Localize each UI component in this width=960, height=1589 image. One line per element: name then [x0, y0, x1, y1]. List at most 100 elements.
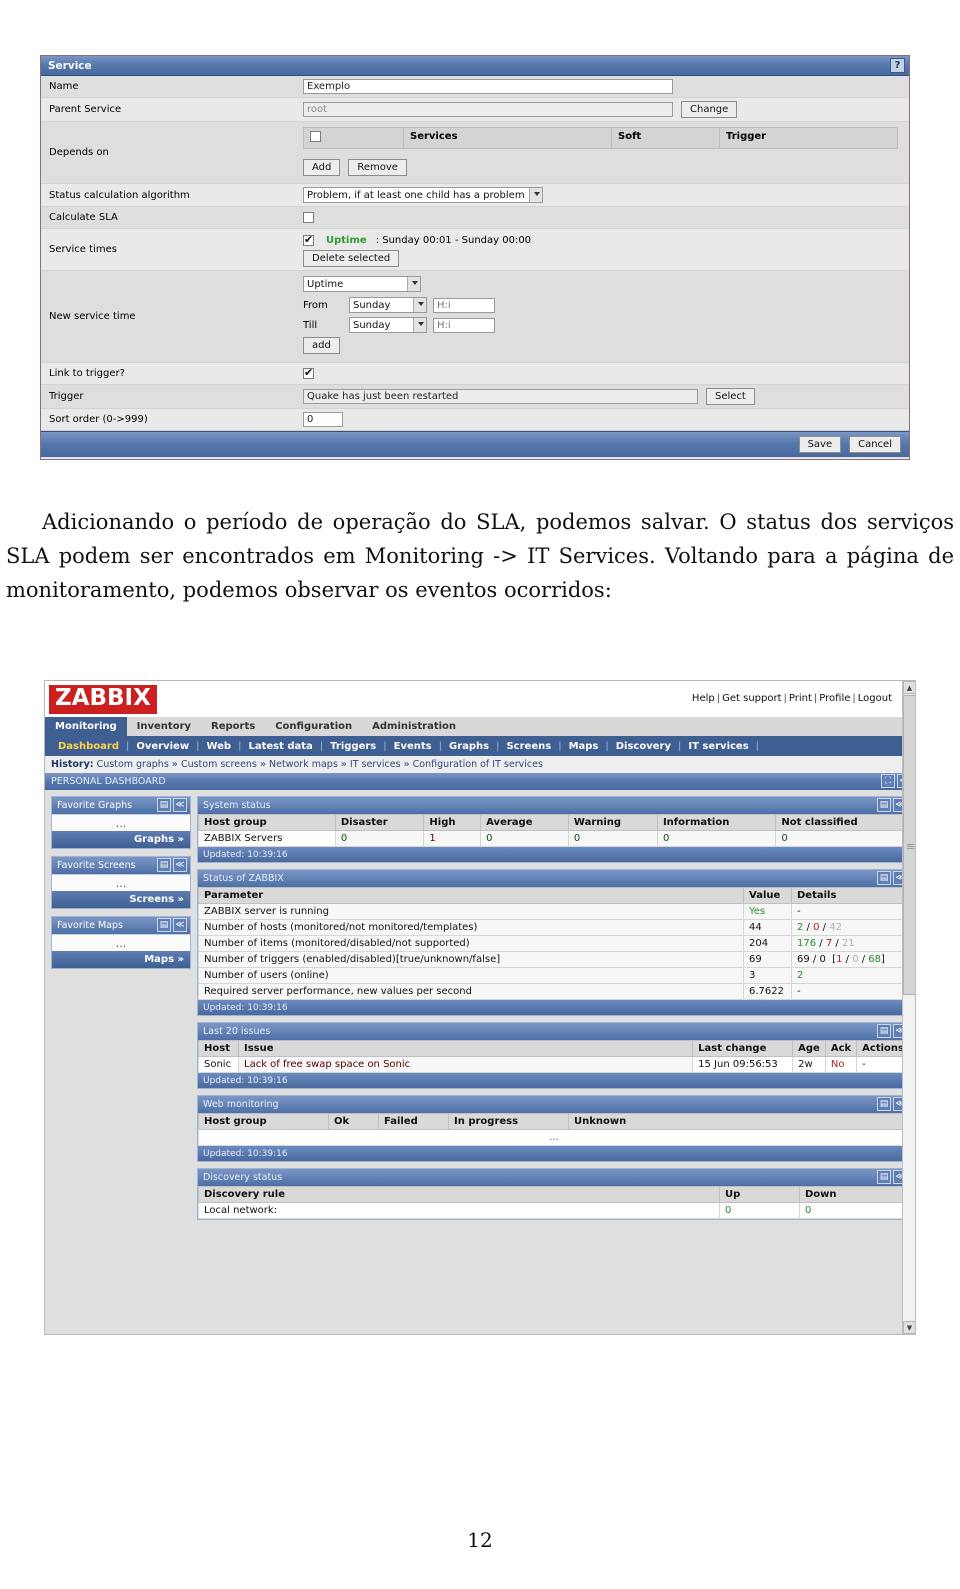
cell-issue[interactable]: Lack of free swap space on Sonic	[237, 1056, 694, 1073]
new-service-time-label: New service time	[49, 311, 136, 322]
link-print[interactable]: Print	[788, 693, 813, 704]
menu-icon[interactable]: ▤	[877, 1024, 891, 1038]
add-service-time-button[interactable]: add	[303, 337, 340, 354]
row-depends-on: Depends on Services Soft Trigger Add Rem…	[41, 122, 909, 184]
delete-selected-button[interactable]: Delete selected	[303, 250, 400, 267]
zabbix-logo: ZABBIX	[49, 685, 157, 714]
menu-item-reports[interactable]: Reports	[201, 717, 265, 736]
parent-service-input[interactable]	[303, 102, 673, 117]
submenu-screens[interactable]: Screens	[499, 741, 558, 752]
submenu-latest-data[interactable]: Latest data	[241, 741, 319, 752]
collapse-icon[interactable]: ≪	[173, 858, 187, 872]
till-day-select[interactable]: Sunday	[349, 317, 427, 333]
link-help[interactable]: Help	[691, 693, 716, 704]
table-header-row: Host group Ok Failed In progress Unknown	[198, 1113, 910, 1130]
cell-parameter: Number of items (monitored/disabled/not …	[198, 935, 744, 952]
cancel-button[interactable]: Cancel	[849, 436, 901, 453]
menu-icon[interactable]: ▤	[877, 1170, 891, 1184]
cell-host[interactable]: Sonic	[198, 1056, 239, 1073]
favorite-maps-body: ...	[52, 934, 190, 951]
remove-dependency-button[interactable]: Remove	[348, 159, 407, 176]
from-time-input[interactable]	[433, 297, 495, 313]
till-time-input[interactable]	[433, 317, 495, 333]
history-item-custom-screens[interactable]: Custom screens	[181, 759, 257, 770]
menu-icon[interactable]: ▤	[157, 798, 171, 812]
menu-item-configuration[interactable]: Configuration	[265, 717, 362, 736]
submenu-triggers[interactable]: Triggers	[323, 741, 383, 752]
from-day-select[interactable]: Sunday	[349, 297, 427, 313]
link-logout[interactable]: Logout	[857, 693, 893, 704]
select-trigger-button[interactable]: Select	[706, 388, 755, 405]
menu-icon[interactable]: ▤	[877, 1097, 891, 1111]
calculate-sla-checkbox[interactable]	[303, 212, 314, 223]
web-monitoring-widget: Web monitoring ▤ ≪ Host group Ok Failed …	[197, 1095, 911, 1162]
table-row: Required server performance, new values …	[198, 983, 910, 1000]
favorite-screens-footer-link[interactable]: Screens »	[52, 891, 190, 908]
favorite-graphs-body: ...	[52, 814, 190, 831]
history-item-it-services[interactable]: IT services	[350, 759, 401, 770]
last-issues-table: Host Issue Last change Age Ack Actions S…	[198, 1040, 910, 1073]
col-issue: Issue	[237, 1040, 694, 1057]
menu-item-monitoring[interactable]: Monitoring	[45, 717, 127, 736]
menu-icon[interactable]: ▤	[877, 871, 891, 885]
change-button[interactable]: Change	[681, 101, 738, 118]
cell-parameter: Number of hosts (monitored/not monitored…	[198, 919, 744, 936]
name-input[interactable]	[303, 79, 673, 94]
page-title: PERSONAL DASHBOARD	[51, 776, 166, 787]
link-profile[interactable]: Profile	[818, 693, 851, 704]
add-dependency-button[interactable]: Add	[303, 159, 341, 176]
history-item-configuration-it-services[interactable]: Configuration of IT services	[413, 759, 543, 770]
cell-value: 69	[743, 951, 792, 968]
fullscreen-icon[interactable]: ⛶	[881, 774, 895, 788]
menu-icon[interactable]: ▤	[877, 798, 891, 812]
scrollbar-track[interactable]	[903, 695, 915, 1320]
favorite-graphs-footer-link[interactable]: Graphs »	[52, 831, 190, 848]
favorite-maps-title: Favorite Maps	[57, 920, 123, 931]
service-time-entry-checkbox[interactable]	[303, 233, 314, 246]
chevron-right-icon: »	[259, 759, 267, 770]
submenu-maps[interactable]: Maps	[562, 741, 606, 752]
save-button[interactable]: Save	[798, 436, 842, 453]
history-item-custom-graphs[interactable]: Custom graphs	[97, 759, 169, 770]
cell-ack[interactable]: No	[824, 1056, 858, 1073]
scrollbar-thumb[interactable]	[903, 695, 915, 995]
service-time-entry: Uptime : Sunday 00:01 - Sunday 00:00	[303, 233, 531, 246]
menu-icon[interactable]: ▤	[157, 858, 171, 872]
menu-item-administration[interactable]: Administration	[362, 717, 466, 736]
system-status-updated: Updated: 10:39:16	[198, 847, 910, 862]
sort-order-input[interactable]	[303, 412, 343, 427]
table-row: Local network: 0 0	[198, 1202, 910, 1219]
collapse-icon[interactable]: ≪	[173, 798, 187, 812]
scroll-up-arrow-icon[interactable]: ▲	[903, 681, 915, 694]
collapse-icon[interactable]: ≪	[173, 918, 187, 932]
history-item-network-maps[interactable]: Network maps	[269, 759, 338, 770]
scroll-down-arrow-icon[interactable]: ▼	[903, 1321, 915, 1334]
col-not-classified: Not classified	[775, 814, 910, 831]
row-status-algorithm: Status calculation algorithm Problem, if…	[41, 184, 909, 207]
cell-value: 44	[743, 919, 792, 936]
submenu-it-services[interactable]: IT services	[681, 741, 755, 752]
submenu-web[interactable]: Web	[199, 741, 238, 752]
menu-icon[interactable]: ▤	[157, 918, 171, 932]
submenu-events[interactable]: Events	[387, 741, 439, 752]
trigger-input[interactable]	[303, 389, 698, 404]
status-algorithm-select[interactable]: Problem, if at least one child has a pro…	[303, 187, 543, 203]
help-icon[interactable]: ?	[890, 58, 905, 73]
new-service-time-type-select[interactable]: Uptime	[303, 276, 421, 292]
cell-host-group[interactable]: ZABBIX Servers	[198, 830, 336, 847]
status-algorithm-label: Status calculation algorithm	[49, 189, 190, 201]
submenu-discovery[interactable]: Discovery	[609, 741, 678, 752]
link-get-support[interactable]: Get support	[721, 693, 782, 704]
menu-item-inventory[interactable]: Inventory	[127, 717, 201, 736]
favorite-maps-footer-link[interactable]: Maps »	[52, 951, 190, 968]
select-all-checkbox[interactable]	[310, 131, 321, 142]
favorite-maps-header: Favorite Maps ▤ ≪	[52, 917, 190, 934]
cell-high: 1	[423, 830, 482, 847]
link-to-trigger-checkbox[interactable]	[303, 366, 314, 379]
cell-parameter: Required server performance, new values …	[198, 983, 744, 1000]
submenu-graphs[interactable]: Graphs	[442, 741, 496, 752]
submenu-dashboard[interactable]: Dashboard	[51, 741, 126, 752]
vertical-scrollbar[interactable]: ▲ ▼	[902, 681, 915, 1334]
submenu-overview[interactable]: Overview	[129, 741, 196, 752]
cell-discovery-rule[interactable]: Local network:	[198, 1202, 720, 1219]
